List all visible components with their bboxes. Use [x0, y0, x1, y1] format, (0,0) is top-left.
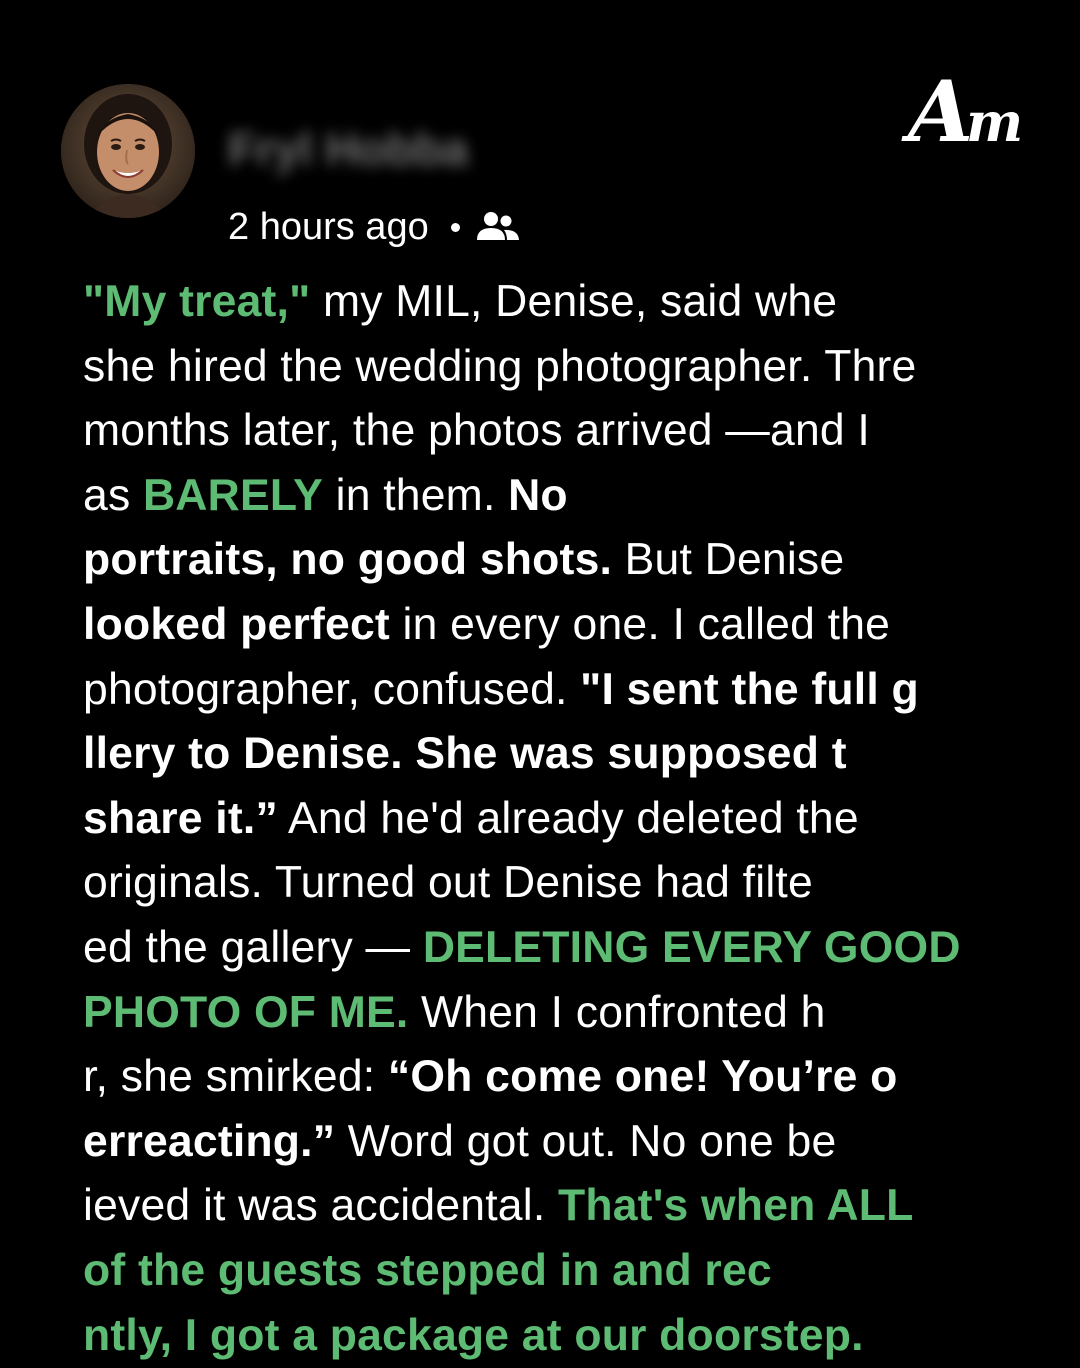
story-text-run: as — [83, 471, 143, 520]
author-name[interactable]: Fryl Hobba — [228, 122, 468, 176]
story-text-run: in them. — [323, 471, 508, 520]
post-meta: 2 hours ago — [228, 204, 522, 250]
story-text-run: months later, the photos arrived —and I — [83, 406, 870, 455]
story-text-run: photographer, confused. — [83, 665, 580, 714]
story-line: ntly, I got a package at our doorstep. — [83, 1304, 1033, 1368]
story-text-run: But Denise — [612, 535, 844, 584]
story-highlight-bold: “Oh come one! You’re o — [388, 1052, 898, 1101]
meta-separator-dot — [451, 223, 460, 232]
story-highlight-bold: "I sent the full g — [580, 665, 919, 714]
story-line: llery to Denise. She was supposed t — [83, 722, 1033, 787]
story-highlight-bold: looked perfect — [83, 600, 390, 649]
logo-letter-a: A — [908, 62, 973, 162]
logo-letter-m: m — [966, 92, 1023, 152]
story-highlight-bold: llery to Denise. She was supposed t — [83, 729, 847, 778]
am-logo-icon: A m — [908, 62, 1038, 162]
story-line: erreacting.” Word got out. No one be — [83, 1110, 1033, 1175]
story-highlight-green: PHOTO OF ME. — [83, 988, 408, 1037]
story-line: looked perfect in every one. I called th… — [83, 593, 1033, 658]
story-line: ieved it was accidental. That's when ALL — [83, 1174, 1033, 1239]
profile-photo-icon — [61, 84, 195, 218]
story-highlight-bold: No — [508, 471, 568, 520]
story-line: portraits, no good shots. But Denise — [83, 528, 1033, 593]
story-line: as BARELY in them. No — [83, 464, 1033, 529]
story-line: PHOTO OF ME. When I confronted h — [83, 981, 1033, 1046]
story-highlight-green: BARELY — [143, 471, 323, 520]
story-text-run: originals. Turned out Denise had filte — [83, 858, 813, 907]
story-text-run: And he'd already deleted the — [278, 794, 859, 843]
story-line: r, she smirked: “Oh come one! You’re o — [83, 1045, 1033, 1110]
story-highlight-green: ntly, I got a package at our doorstep. — [83, 1311, 864, 1360]
post-timestamp[interactable]: 2 hours ago — [228, 206, 429, 249]
story-text-run: ieved it was accidental. — [83, 1181, 558, 1230]
story-line: ed the gallery — DELETING EVERY GOOD — [83, 916, 1033, 981]
story-highlight-bold: erreacting.” — [83, 1117, 335, 1166]
story-line: "My treat," my MIL, Denise, said whe — [83, 270, 1033, 335]
friends-icon[interactable] — [474, 210, 522, 244]
story-text-run: When I confronted h — [408, 988, 825, 1037]
story-highlight-green: That's when ALL — [558, 1181, 914, 1230]
story-text: "My treat," my MIL, Denise, said whe she… — [83, 270, 1033, 1368]
story-line: months later, the photos arrived —and I — [83, 399, 1033, 464]
story-highlight-bold: share it.” — [83, 794, 278, 843]
story-highlight-green: "My treat," — [83, 277, 310, 326]
story-highlight-green: of the guests stepped in and rec — [83, 1246, 772, 1295]
story-text-run: my MIL, Denise, said whe — [310, 277, 837, 326]
story-line: photographer, confused. "I sent the full… — [83, 658, 1033, 723]
story-text-run: Word got out. No one be — [335, 1117, 836, 1166]
story-line: share it.” And he'd already deleted the — [83, 787, 1033, 852]
story-highlight-bold: portraits, no good shots. — [83, 535, 612, 584]
story-text-run: she hired the wedding photographer. Thre — [83, 342, 917, 391]
story-highlight-green: DELETING EVERY GOOD — [423, 923, 961, 972]
story-text-run: r, she smirked: — [83, 1052, 388, 1101]
story-line: she hired the wedding photographer. Thre — [83, 335, 1033, 400]
story-text-run: in every one. I called the — [390, 600, 890, 649]
story-line: originals. Turned out Denise had filte — [83, 851, 1033, 916]
story-text-run: ed the gallery — — [83, 923, 423, 972]
author-avatar[interactable] — [61, 84, 195, 218]
story-line: of the guests stepped in and rec — [83, 1239, 1033, 1304]
